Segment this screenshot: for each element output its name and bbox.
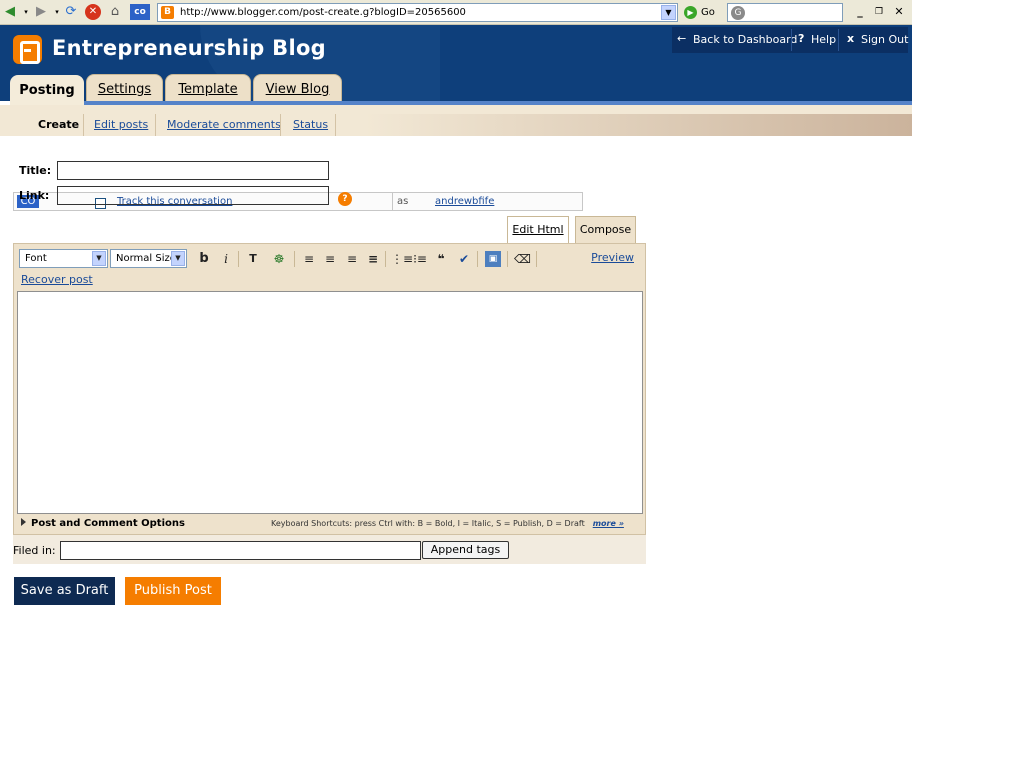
align-right-icon[interactable]: ≡ [344, 251, 360, 267]
labels-input[interactable] [60, 541, 421, 560]
browser-toolbar: ◀ ▾ ▶ ▾ ⟳ ✕ ⌂ co B http://www.blogger.co… [0, 0, 912, 25]
help-link[interactable]: Help [811, 33, 836, 46]
back-to-dashboard-link[interactable]: Back to Dashboard [693, 33, 797, 46]
size-select[interactable]: Normal Size ▼ [110, 249, 187, 268]
blog-title: Entrepreneurship Blog [52, 36, 327, 60]
tab-edit-html[interactable]: Edit Html [507, 216, 569, 243]
tab-template[interactable]: Template [165, 74, 251, 104]
minimize-icon[interactable]: _ [852, 4, 868, 20]
go-label: Go [701, 7, 715, 18]
address-bar[interactable]: B http://www.blogger.com/post-create.g?b… [157, 3, 678, 22]
numbered-list-icon[interactable]: ⋮≡ [391, 251, 413, 267]
image-icon[interactable]: ▣ [485, 251, 501, 267]
keyboard-shortcuts: Keyboard Shortcuts: press Ctrl with: B =… [271, 519, 624, 528]
toolbar-divider [294, 251, 295, 267]
publish-post-button[interactable]: Publish Post [125, 577, 221, 605]
subnav-moderate-comments[interactable]: Moderate comments [167, 118, 281, 131]
align-center-icon[interactable]: ≡ [322, 251, 338, 267]
tab-compose[interactable]: Compose [575, 216, 636, 243]
chevron-down-icon: ▼ [92, 251, 106, 266]
more-link[interactable]: more » [593, 519, 624, 528]
link-divider [838, 29, 839, 51]
post-options-toggle[interactable]: Post and Comment Options [21, 518, 185, 529]
home-icon[interactable]: ⌂ [107, 4, 123, 20]
go-button[interactable]: ▶ Go [684, 4, 715, 21]
bullet-list-icon[interactable]: ⁝≡ [412, 251, 428, 267]
sign-out-icon: x [847, 32, 855, 45]
filed-in-label: Filed in: [13, 544, 56, 557]
tab-settings[interactable]: Settings [86, 74, 163, 104]
recover-post-link[interactable]: Recover post [21, 273, 93, 286]
search-engine-icon[interactable]: G [731, 6, 745, 20]
text-color-icon[interactable]: T [245, 251, 261, 267]
append-tags-button[interactable]: Append tags [422, 541, 509, 559]
tab-view-blog[interactable]: View Blog [253, 74, 342, 104]
eraser-icon[interactable]: ⌫ [514, 251, 531, 267]
co-icon[interactable]: co [130, 4, 150, 20]
expand-arrow-icon [21, 518, 26, 526]
shortcuts-text: Keyboard Shortcuts: press Ctrl with: B =… [271, 519, 585, 528]
question-icon[interactable]: ? [338, 192, 352, 206]
subnav-status[interactable]: Status [293, 118, 328, 131]
subnav-divider [155, 114, 156, 136]
justify-icon[interactable]: ≡ [365, 251, 381, 267]
size-select-value: Normal Size [116, 253, 176, 264]
toolbar-divider [536, 251, 537, 267]
address-dropdown-icon[interactable]: ▼ [661, 5, 676, 20]
toolbar-divider [507, 251, 508, 267]
font-select[interactable]: Font ▼ [19, 249, 108, 268]
back-icon[interactable]: ◀ [2, 4, 18, 20]
align-left-icon[interactable]: ≡ [301, 251, 317, 267]
subnav: Create Edit posts Moderate comments Stat… [0, 114, 912, 136]
app-window: ◀ ▾ ▶ ▾ ⟳ ✕ ⌂ co B http://www.blogger.co… [0, 0, 1024, 779]
subnav-edit-posts[interactable]: Edit posts [94, 118, 148, 131]
link-icon[interactable]: ☸ [271, 251, 287, 267]
stop-icon[interactable]: ✕ [85, 4, 101, 20]
bold-button[interactable]: b [196, 251, 212, 267]
link-label: Link: [19, 189, 50, 202]
link-input[interactable] [57, 186, 329, 205]
editor-toolbar: Font ▼ Normal Size ▼ b i T ☸ ≡ ≡ ≡ ≡ ⋮≡ … [19, 248, 639, 270]
tab-posting[interactable]: Posting [10, 75, 84, 106]
subnav-divider [280, 114, 281, 136]
sign-out-link[interactable]: Sign Out [861, 33, 908, 46]
post-body-textarea[interactable] [17, 291, 643, 514]
go-arrow-icon: ▶ [684, 5, 697, 19]
username-link[interactable]: andrewbfife [435, 196, 494, 207]
post-editor: Font ▼ Normal Size ▼ b i T ☸ ≡ ≡ ≡ ≡ ⋮≡ … [13, 243, 646, 535]
refresh-icon[interactable]: ⟳ [63, 4, 79, 20]
address-url[interactable]: http://www.blogger.com/post-create.g?blo… [180, 7, 466, 18]
spellcheck-icon[interactable]: ✔ [456, 251, 472, 267]
font-select-value: Font [25, 253, 47, 264]
save-draft-button[interactable]: Save as Draft [14, 577, 115, 605]
title-input[interactable] [57, 161, 329, 180]
blogger-favicon-icon: B [161, 6, 174, 19]
link-divider [791, 29, 792, 51]
toolbar-divider [385, 251, 386, 267]
chevron-down-icon: ▼ [171, 251, 185, 266]
labels-row: Filed in: Append tags [13, 535, 646, 564]
subnav-create[interactable]: Create [38, 118, 79, 131]
italic-button[interactable]: i [218, 251, 234, 267]
toolbar-divider [477, 251, 478, 267]
post-options-label: Post and Comment Options [31, 518, 185, 529]
forward-icon[interactable]: ▶ [33, 4, 49, 20]
search-box[interactable]: G [727, 3, 843, 22]
as-label: as [397, 196, 409, 207]
blogger-logo-icon[interactable] [13, 35, 42, 64]
title-label: Title: [19, 164, 52, 177]
back-dropdown-icon[interactable]: ▾ [18, 4, 34, 20]
overlay-divider [392, 193, 393, 210]
back-arrow-icon: ← [677, 32, 687, 45]
subnav-divider [83, 114, 84, 136]
account-links: ← Back to Dashboard ? Help x Sign Out [672, 27, 908, 53]
subnav-top [0, 105, 912, 114]
help-icon: ? [798, 32, 805, 45]
toolbar-divider [238, 251, 239, 267]
restore-icon[interactable]: ❐ [871, 4, 887, 20]
subnav-divider [335, 114, 336, 136]
blockquote-icon[interactable]: ❝ [433, 251, 449, 267]
preview-link[interactable]: Preview [591, 251, 634, 264]
close-icon[interactable]: ✕ [891, 4, 907, 20]
